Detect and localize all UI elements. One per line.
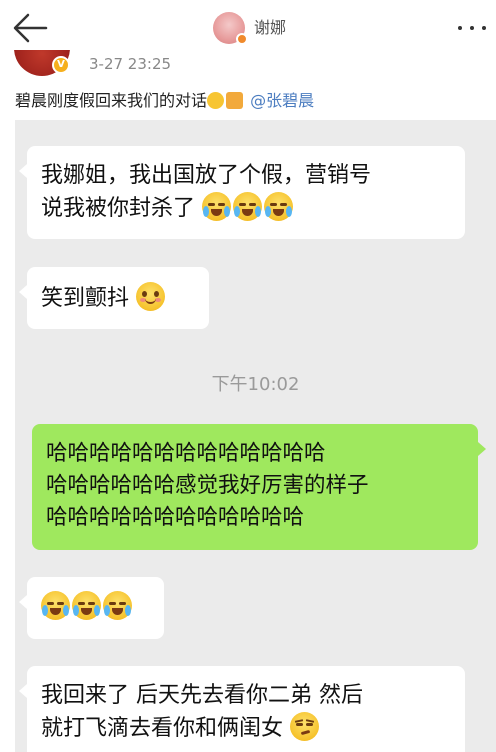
message-line: 我回来了 后天先去看你二弟 然后 (41, 683, 363, 708)
message-bubble-left (19, 577, 164, 639)
crying-laughing-emoji-icon (264, 192, 294, 221)
post-body: 碧晨刚度假回来我们的对话 (15, 91, 208, 110)
more-dots-icon[interactable] (454, 18, 490, 38)
post-time: 3-27 23:25 (89, 55, 172, 73)
message-bubble-left: 我娜姐，我出国放了个假，营销号 说我被你封杀了 (19, 146, 465, 239)
chat-screenshot: 我娜姐，我出国放了个假，营销号 说我被你封杀了 笑到颤抖 下午10:02 哈哈哈… (15, 120, 496, 752)
chat-timestamp: 下午10:02 (211, 374, 300, 395)
laughing-emoji-icon (207, 92, 225, 109)
crying-laughing-emoji-icon (202, 192, 232, 221)
smiling-emoji-icon (136, 282, 166, 311)
crying-laughing-emoji-icon (41, 591, 70, 620)
message-line-with-emoji: 说我被你封杀了 (41, 192, 451, 225)
message-line: 我娜姐，我出国放了个假，营销号 (41, 163, 372, 188)
beer-toast-icon (226, 92, 244, 109)
top-bar: 谢娜 (0, 0, 496, 56)
mention-link[interactable]: @张碧晨 (250, 91, 314, 110)
message-bubble-left: 笑到颤抖 (19, 267, 209, 329)
smirk-emoji-icon (290, 712, 320, 741)
message-line-with-emoji: 就打飞滴去看你和俩闺女 (41, 712, 451, 745)
message-bubble-right: 哈哈哈哈哈哈哈哈哈哈哈哈哈 哈哈哈哈哈哈感觉我好厉害的样子 哈哈哈哈哈哈哈哈哈哈… (32, 424, 486, 550)
post-text: 碧晨刚度假回来我们的对话 @张碧晨 (15, 90, 314, 112)
back-arrow-icon[interactable] (10, 10, 50, 46)
header-username[interactable]: 谢娜 (254, 16, 286, 40)
message-line: 笑到颤抖 (41, 286, 130, 311)
crying-laughing-emoji-icon (72, 591, 101, 620)
message-bubble-left: 我回来了 后天先去看你二弟 然后 就打飞滴去看你和俩闺女 (19, 666, 465, 752)
message-line: 哈哈哈哈哈哈感觉我好厉害的样子 (46, 473, 369, 498)
crying-laughing-emoji-icon (103, 591, 132, 620)
message-line: 哈哈哈哈哈哈哈哈哈哈哈哈 (46, 505, 305, 530)
crying-laughing-emoji-icon (233, 192, 263, 221)
verified-badge-icon (236, 33, 248, 45)
message-line: 哈哈哈哈哈哈哈哈哈哈哈哈哈 (46, 441, 326, 466)
verified-v-icon: V (52, 56, 70, 74)
